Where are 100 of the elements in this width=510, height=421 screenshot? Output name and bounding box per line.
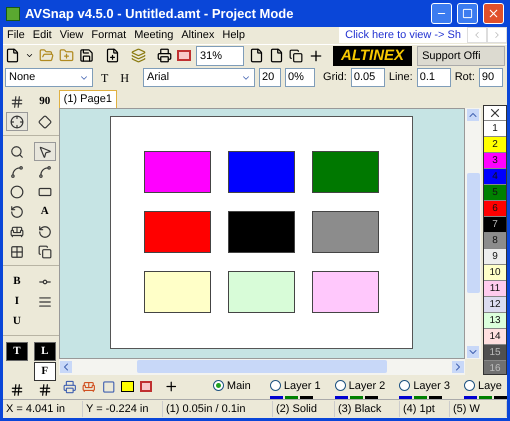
no-color-swatch[interactable] <box>484 106 506 122</box>
rotation-field[interactable]: 90 <box>478 68 503 88</box>
menu-item[interactable]: File <box>3 27 29 44</box>
tool-button[interactable]: A <box>34 202 56 222</box>
rotate-icon <box>38 224 52 239</box>
text-button[interactable]: T <box>97 68 112 87</box>
rectangle-shape[interactable] <box>312 271 379 314</box>
grid-field[interactable]: 0.05 <box>350 68 385 88</box>
color-swatch[interactable]: 7 <box>484 217 506 234</box>
page-icon[interactable] <box>249 48 264 64</box>
font-value: Arial <box>147 70 170 86</box>
color-swatch[interactable]: 10 <box>484 265 506 282</box>
page-tab[interactable]: (1) Page1 <box>58 90 117 108</box>
printer-icon[interactable] <box>62 380 76 394</box>
crosshair-icon <box>10 114 24 129</box>
color-swatch[interactable]: 1 <box>484 121 506 138</box>
tool-button[interactable]: B <box>6 272 28 292</box>
new-page-icon[interactable] <box>105 48 120 64</box>
maximize-button[interactable] <box>457 3 478 24</box>
add-folder-icon[interactable] <box>59 48 74 64</box>
print-icon[interactable] <box>157 48 172 64</box>
header-button[interactable]: H <box>116 68 134 87</box>
menu-item[interactable]: Meeting <box>130 27 178 44</box>
couch-icon <box>10 224 24 239</box>
frame-icon[interactable] <box>140 381 152 392</box>
close-button[interactable] <box>483 3 504 24</box>
color-swatch[interactable]: 5 <box>484 185 506 202</box>
save-icon[interactable] <box>79 48 94 64</box>
menu-item[interactable]: Format <box>87 27 130 44</box>
color-swatch[interactable]: 8 <box>484 233 506 250</box>
plus-icon[interactable] <box>164 379 179 394</box>
menu-item[interactable]: Help <box>218 27 249 44</box>
pointer-icon <box>38 144 52 159</box>
size-field[interactable]: 20 <box>259 68 282 88</box>
diamond-icon <box>38 114 52 129</box>
canvas[interactable] <box>58 108 465 359</box>
plus-icon[interactable] <box>308 48 324 64</box>
banner-link[interactable]: Click here to view -> Sh <box>339 27 467 44</box>
copy-icon[interactable] <box>289 48 303 63</box>
scroll-thumb[interactable] <box>466 173 480 294</box>
font-select[interactable]: Arial <box>143 68 256 88</box>
status-field: X = 4.041 in <box>3 400 83 418</box>
menu-item[interactable]: View <box>56 27 88 44</box>
vertical-scrollbar[interactable] <box>465 108 481 359</box>
menu-item[interactable]: Altinex <box>177 27 218 44</box>
color-swatch[interactable]: 14 <box>484 329 506 346</box>
horizontal-scrollbar[interactable] <box>58 358 465 375</box>
color-swatch[interactable]: 6 <box>484 201 506 218</box>
tool-button[interactable]: L <box>34 342 56 362</box>
page-icon[interactable] <box>269 48 284 64</box>
color-swatch[interactable]: 12 <box>484 297 506 314</box>
close-icon <box>487 7 500 20</box>
maximize-icon <box>462 8 473 19</box>
tool-button[interactable]: U <box>6 312 28 332</box>
status-field: (4) 1pt <box>400 400 450 418</box>
copy-icon <box>38 244 52 259</box>
tool-button[interactable] <box>34 142 56 162</box>
tool-button[interactable]: I <box>6 292 28 312</box>
layer-radio[interactable]: Laye <box>464 378 508 394</box>
color-swatch[interactable]: 11 <box>484 281 506 298</box>
color-swatch[interactable]: 15 <box>484 345 506 362</box>
search-icon <box>10 144 24 159</box>
support-button[interactable]: Support Offi <box>417 46 505 66</box>
percent-field[interactable]: 0% <box>285 68 316 88</box>
ellipse-icon <box>10 184 24 199</box>
status-field: (2) Solid <box>273 400 335 418</box>
layer-radio[interactable]: Layer 3 <box>399 378 450 394</box>
style-select[interactable]: None <box>5 68 93 88</box>
color-swatch[interactable]: 3 <box>484 153 506 170</box>
rectangle-shape[interactable] <box>144 271 211 314</box>
color-swatch[interactable]: 13 <box>484 313 506 330</box>
scroll-up-icon <box>467 109 479 122</box>
minimize-button[interactable] <box>431 3 452 24</box>
tool-button[interactable]: T <box>6 342 28 362</box>
app-icon <box>6 6 20 20</box>
fill-color-icon[interactable] <box>121 381 134 392</box>
line-label: Line: <box>388 70 413 86</box>
window-title: AVSnap v4.5.0 - Untitled.amt - Project Mode <box>25 4 294 23</box>
layer-radio[interactable]: Layer 1 <box>270 378 321 394</box>
scroll-right-icon <box>452 360 464 373</box>
color-swatch[interactable]: 9 <box>484 249 506 266</box>
connector-icon <box>10 164 24 179</box>
status-field: (1) 0.05in / 0.1in <box>163 400 273 418</box>
zoom-field[interactable]: 31% <box>196 46 244 66</box>
new-file-icon[interactable] <box>5 48 20 64</box>
open-folder-icon[interactable] <box>39 48 54 64</box>
layer-radio[interactable]: Main <box>212 378 256 394</box>
color-swatch[interactable]: 2 <box>484 137 506 154</box>
line-field[interactable]: 0.1 <box>416 68 451 88</box>
tool-button[interactable]: F <box>34 362 56 382</box>
rectangle-shape[interactable] <box>228 271 295 314</box>
layer-radio[interactable]: Layer 2 <box>334 378 386 394</box>
layers-icon[interactable] <box>131 48 146 64</box>
tool-button[interactable]: 90 <box>34 92 56 112</box>
menu-item[interactable]: Edit <box>28 27 56 44</box>
scroll-thumb[interactable] <box>136 360 387 374</box>
frame-icon[interactable] <box>177 50 191 62</box>
table-icon <box>10 244 24 259</box>
scroll-down-icon <box>467 346 479 358</box>
tool-button[interactable] <box>6 112 28 132</box>
